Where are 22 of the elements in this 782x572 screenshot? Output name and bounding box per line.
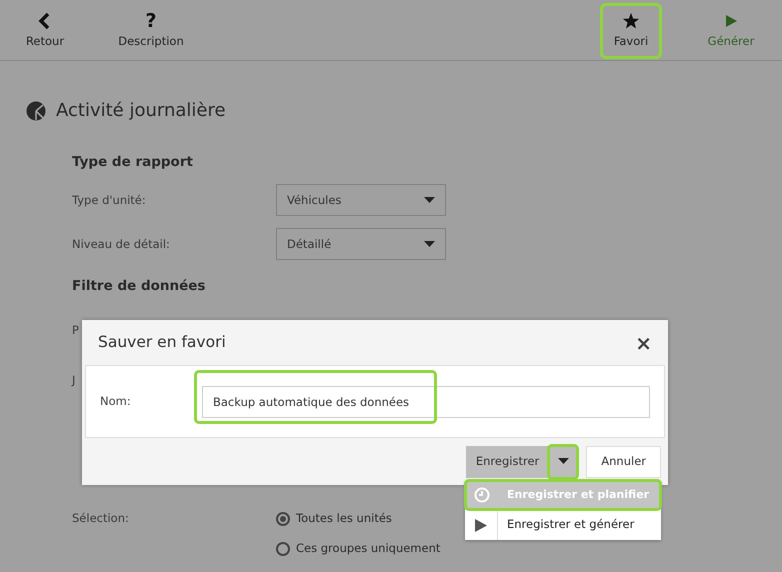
radio-option[interactable]: Ces groupes uniquement	[276, 540, 440, 558]
help-icon: ?	[145, 12, 157, 30]
dropdown[interactable]: Véhicules	[276, 184, 446, 216]
close-button[interactable]: ×	[635, 332, 652, 352]
toolbar-button[interactable]: Favori	[602, 5, 660, 57]
dropdown[interactable]: Détaillé	[276, 228, 446, 260]
field-label: Type d'unité:	[72, 192, 147, 209]
field-label: P	[72, 322, 79, 339]
cancel-button[interactable]: Annuler	[586, 446, 661, 478]
toolbar-button[interactable]: Retour	[22, 5, 68, 57]
field-label: Sélection:	[72, 510, 130, 527]
field-label: Niveau de détail:	[72, 236, 171, 253]
radio-option[interactable]: Toutes les unités	[276, 510, 440, 528]
field-label: Nom:	[100, 392, 132, 410]
dialog-title: Sauver en favori	[98, 332, 226, 353]
section-heading: Type de rapport	[72, 153, 194, 172]
section-heading: Filtre de données	[72, 277, 206, 296]
field-label: J	[72, 372, 76, 389]
page-title: Activité journalière	[56, 99, 226, 123]
name-field[interactable]: Backup automatique des données	[202, 386, 650, 418]
toolbar-button[interactable]: ? Description	[108, 5, 194, 57]
menu-item[interactable]: Enregistrer et générer	[465, 510, 661, 540]
